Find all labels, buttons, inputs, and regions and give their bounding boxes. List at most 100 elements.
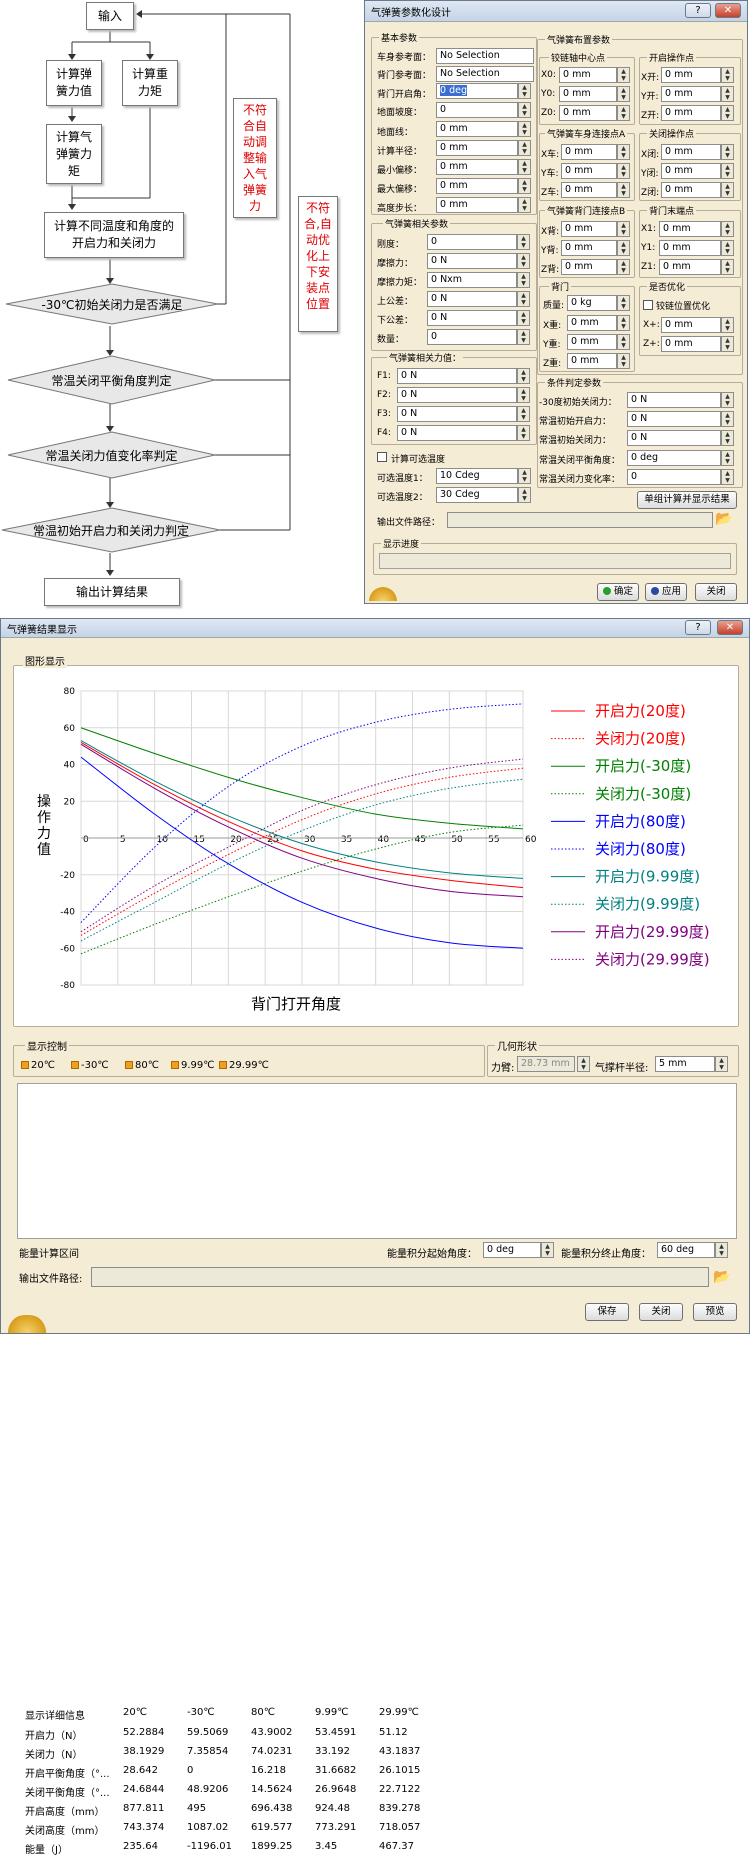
quantity-spinner[interactable]: ▲ ▼ <box>517 329 530 345</box>
cond-rate-spinner[interactable]: ▲ ▼ <box>721 469 734 485</box>
preview-button[interactable]: 预览 <box>693 1303 737 1321</box>
cond-minus30-spinner[interactable]: ▲ ▼ <box>721 392 734 408</box>
hinge-x-field[interactable]: 0 mm <box>559 67 617 83</box>
body-x-spinner[interactable]: ▲ ▼ <box>617 144 630 160</box>
cond-close-spinner[interactable]: ▲ ▼ <box>721 430 734 446</box>
body-z-field[interactable]: 0 mm <box>561 182 617 198</box>
ground-line-spinner[interactable]: ▲ ▼ <box>518 121 531 137</box>
cg-z-spinner[interactable]: ▲ ▼ <box>617 353 630 369</box>
cond-open-spinner[interactable]: ▲ ▼ <box>721 411 734 427</box>
close-y-field[interactable]: 0 mm <box>661 163 721 179</box>
height-step-spinner[interactable]: ▲ ▼ <box>518 197 531 213</box>
friction-field[interactable]: 0 N <box>427 253 517 269</box>
f2-field[interactable]: 0 N <box>397 387 517 403</box>
f1-spinner[interactable]: ▲ ▼ <box>517 368 530 384</box>
design-close-button[interactable]: 关闭 <box>695 583 737 601</box>
body-x-field[interactable]: 0 mm <box>561 144 617 160</box>
result-output-path-field[interactable] <box>91 1267 709 1287</box>
open-y-spinner[interactable]: ▲ ▼ <box>721 86 734 102</box>
cond-open-field[interactable]: 0 N <box>627 411 721 427</box>
f2-spinner[interactable]: ▲ ▼ <box>517 387 530 403</box>
design-output-path-field[interactable] <box>447 512 713 528</box>
mass-spinner[interactable]: ▲ ▼ <box>617 295 630 311</box>
help-button[interactable]: ? <box>685 3 711 18</box>
end-x-spinner[interactable]: ▲ ▼ <box>721 221 734 237</box>
door-x-spinner[interactable]: ▲ ▼ <box>617 221 630 237</box>
energy-start-field[interactable]: 0 deg <box>483 1242 541 1258</box>
hinge-optimize-checkbox[interactable] <box>643 300 653 310</box>
door-z-field[interactable]: 0 mm <box>561 259 617 275</box>
friction-spinner[interactable]: ▲ ▼ <box>517 253 530 269</box>
friction-moment-field[interactable]: 0 Nxm <box>427 272 517 288</box>
radius-field[interactable]: 0 mm <box>436 140 518 156</box>
end-y-spinner[interactable]: ▲ ▼ <box>721 240 734 256</box>
temp-toggle-29[interactable]: 29.99℃ <box>219 1060 269 1071</box>
open-x-field[interactable]: 0 mm <box>661 67 721 83</box>
open-angle-spinner[interactable]: ▲ ▼ <box>518 83 531 99</box>
cond-balance-spinner[interactable]: ▲ ▼ <box>721 450 734 466</box>
cg-x-field[interactable]: 0 mm <box>567 315 617 331</box>
apply-button[interactable]: 应用 <box>645 583 687 601</box>
ground-line-field[interactable]: 0 mm <box>436 121 518 137</box>
arm-field[interactable]: 28.73 mm <box>517 1056 575 1072</box>
result-close-window-button[interactable]: ✕ <box>717 620 743 635</box>
close-x-field[interactable]: 0 mm <box>661 144 721 160</box>
height-step-field[interactable]: 0 mm <box>436 197 518 213</box>
temp1-field[interactable]: 10 Cdeg <box>436 468 518 484</box>
hinge-y-field[interactable]: 0 mm <box>559 86 617 102</box>
open-x-spinner[interactable]: ▲ ▼ <box>721 67 734 83</box>
temp2-spinner[interactable]: ▲ ▼ <box>518 487 531 503</box>
hinge-x-spinner[interactable]: ▲ ▼ <box>617 67 630 83</box>
energy-end-field[interactable]: 60 deg <box>657 1242 715 1258</box>
result-close-button[interactable]: 关闭 <box>639 1303 683 1321</box>
friction-moment-spinner[interactable]: ▲ ▼ <box>517 272 530 288</box>
x-plus-field[interactable]: 0 mm <box>661 317 721 333</box>
upper-tolerance-spinner[interactable]: ▲ ▼ <box>517 291 530 307</box>
ok-button[interactable]: 确定 <box>597 583 639 601</box>
body-z-spinner[interactable]: ▲ ▼ <box>617 182 630 198</box>
energy-start-spinner[interactable]: ▲ ▼ <box>541 1242 554 1258</box>
cond-minus30-field[interactable]: 0 N <box>627 392 721 408</box>
z-plus-spinner[interactable]: ▲ ▼ <box>721 336 734 352</box>
body-ref-field[interactable]: No Selection <box>436 48 534 64</box>
ground-slope-spinner[interactable]: ▲ ▼ <box>518 102 531 118</box>
temp-toggle-20[interactable]: 20℃ <box>21 1060 55 1071</box>
end-z-field[interactable]: 0 mm <box>659 259 721 275</box>
door-z-spinner[interactable]: ▲ ▼ <box>617 259 630 275</box>
f1-field[interactable]: 0 N <box>397 368 517 384</box>
min-offset-spinner[interactable]: ▲ ▼ <box>518 159 531 175</box>
max-offset-field[interactable]: 0 mm <box>436 178 518 194</box>
f4-spinner[interactable]: ▲ ▼ <box>517 425 530 441</box>
close-window-button[interactable]: ✕ <box>715 3 741 18</box>
temp-toggle-9[interactable]: 9.99℃ <box>171 1060 215 1071</box>
temp1-spinner[interactable]: ▲ ▼ <box>518 468 531 484</box>
radius-spinner-result[interactable]: ▲ ▼ <box>715 1056 728 1072</box>
cg-z-field[interactable]: 0 mm <box>567 353 617 369</box>
temp-toggle-80[interactable]: 80℃ <box>125 1060 159 1071</box>
calc-display-button[interactable]: 单组计算并显示结果 <box>637 491 737 509</box>
hinge-z-field[interactable]: 0 mm <box>559 105 617 121</box>
open-z-spinner[interactable]: ▲ ▼ <box>721 105 734 121</box>
open-y-field[interactable]: 0 mm <box>661 86 721 102</box>
end-y-field[interactable]: 0 mm <box>659 240 721 256</box>
save-button[interactable]: 保存 <box>585 1303 629 1321</box>
cond-rate-field[interactable]: 0 <box>627 469 721 485</box>
temp2-field[interactable]: 30 Cdeg <box>436 487 518 503</box>
result-help-button[interactable]: ? <box>685 620 711 635</box>
arm-spinner[interactable]: ▲ ▼ <box>577 1056 590 1072</box>
lower-tolerance-field[interactable]: 0 N <box>427 310 517 326</box>
radius-field-result[interactable]: 5 mm <box>655 1056 715 1072</box>
f3-field[interactable]: 0 N <box>397 406 517 422</box>
upper-tolerance-field[interactable]: 0 N <box>427 291 517 307</box>
radius-spinner[interactable]: ▲ ▼ <box>518 140 531 156</box>
close-z-spinner[interactable]: ▲ ▼ <box>721 182 734 198</box>
temp-toggle-minus30[interactable]: -30℃ <box>71 1060 109 1071</box>
stiffness-spinner[interactable]: ▲ ▼ <box>517 234 530 250</box>
body-y-spinner[interactable]: ▲ ▼ <box>617 163 630 179</box>
x-plus-spinner[interactable]: ▲ ▼ <box>721 317 734 333</box>
cond-balance-field[interactable]: 0 deg <box>627 450 721 466</box>
close-z-field[interactable]: 0 mm <box>661 182 721 198</box>
open-angle-field[interactable]: 0 deg <box>436 83 518 99</box>
cg-y-spinner[interactable]: ▲ ▼ <box>617 334 630 350</box>
f4-field[interactable]: 0 N <box>397 425 517 441</box>
